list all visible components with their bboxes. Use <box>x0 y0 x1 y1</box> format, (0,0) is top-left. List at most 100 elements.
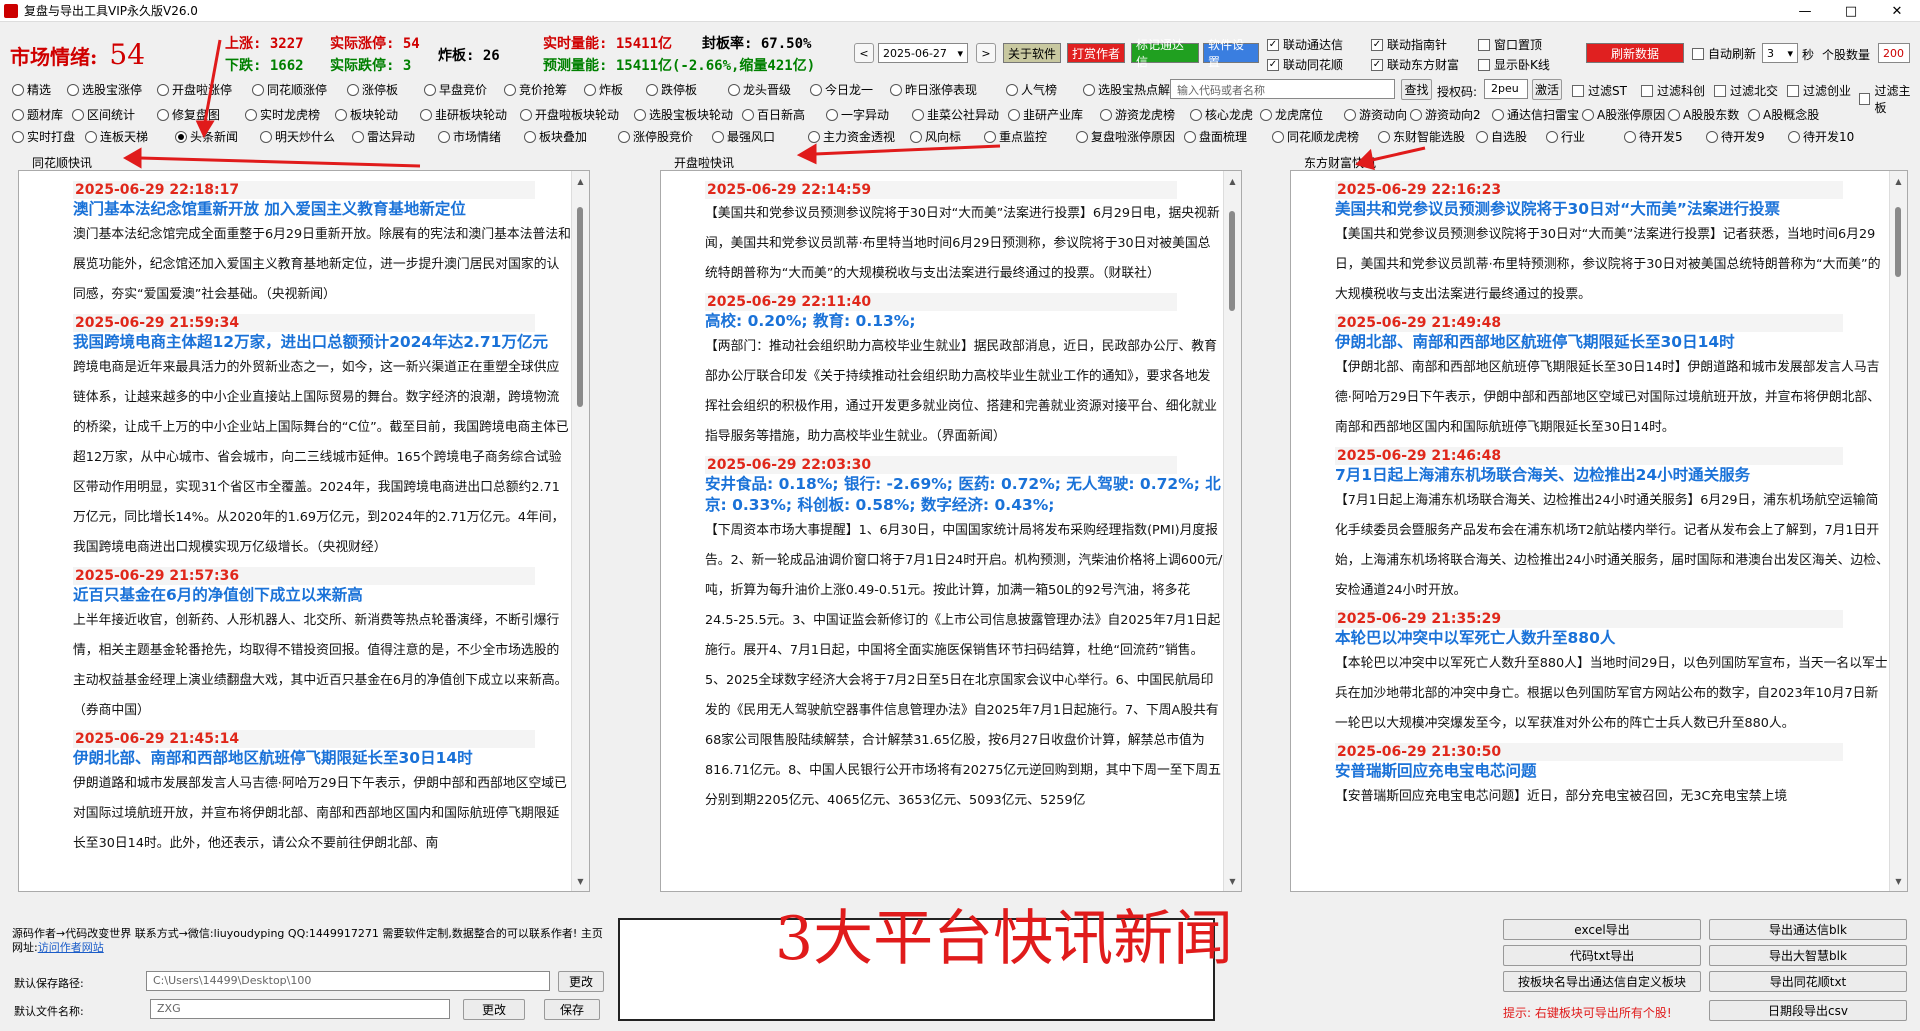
filter-checkbox[interactable]: 过滤北交 <box>1714 82 1778 99</box>
filter-checkbox[interactable]: 过滤创业 <box>1787 82 1851 99</box>
radio-option[interactable]: A股概念股 <box>1748 106 1828 123</box>
activate-button[interactable]: 激活 <box>1532 79 1562 100</box>
radio-option[interactable]: 选股宝热点解读 <box>1083 81 1183 98</box>
radio-option[interactable]: 游资动向2 <box>1410 106 1492 123</box>
export-button[interactable]: 导出通达信blk <box>1709 919 1907 940</box>
scroll-up-icon[interactable]: ▲ <box>1224 173 1241 189</box>
radio-option[interactable]: 开盘啦板块轮动 <box>520 106 634 123</box>
radio-option[interactable]: 精选 <box>12 81 67 98</box>
radio-option[interactable]: 区间统计 <box>72 106 157 123</box>
scroll-up-icon[interactable]: ▲ <box>572 173 589 189</box>
file-name-input[interactable]: ZXG <box>150 999 450 1019</box>
news-item[interactable]: 2025-06-29 22:14:59 【美国共和党参议员预测参议院将于30日对“… <box>705 181 1223 289</box>
radio-option[interactable]: 待开发10 <box>1788 128 1870 145</box>
filter-checkbox[interactable]: 过滤科创 <box>1641 82 1705 99</box>
radio-option[interactable]: 开盘啦涨停 <box>157 81 252 98</box>
radio-option[interactable]: 百日新高 <box>742 106 826 123</box>
radio-option[interactable]: 选股宝板块轮动 <box>634 106 742 123</box>
radio-option[interactable]: 行业 <box>1546 128 1624 145</box>
link-checkbox[interactable]: 显示卧K线 <box>1478 56 1550 73</box>
radio-option[interactable]: 龙头晋级 <box>728 81 810 98</box>
news-item[interactable]: 2025-06-29 22:18:17 澳门基本法纪念馆重新开放 加入爱国主义教育… <box>73 181 571 310</box>
radio-option[interactable]: 竞价抢筹 <box>504 81 584 98</box>
link-checkbox[interactable]: ✓ 联动通达信 <box>1267 36 1343 53</box>
maximize-button[interactable]: □ <box>1828 0 1874 22</box>
link-checkbox[interactable]: ✓ 联动东方财富 <box>1371 56 1459 73</box>
radio-option[interactable]: 雷达异动 <box>352 128 438 145</box>
scroll-down-icon[interactable]: ▼ <box>572 873 589 889</box>
link-checkbox[interactable]: 窗口置顶 <box>1478 36 1542 53</box>
radio-option[interactable]: 题材库 <box>12 106 72 123</box>
stock-count-input[interactable]: 200 <box>1878 43 1910 63</box>
radio-option[interactable]: 重点监控 <box>984 128 1076 145</box>
radio-option[interactable]: 盘面梳理 <box>1184 128 1272 145</box>
scroll-thumb[interactable] <box>1229 211 1235 311</box>
news-item[interactable]: 2025-06-29 21:46:48 7月1日起上海浦东机场联合海关、边检推出2… <box>1335 447 1889 606</box>
scroll-up-icon[interactable]: ▲ <box>1890 173 1907 189</box>
radio-option[interactable]: 炸板 <box>584 81 646 98</box>
radio-option[interactable]: 昨日涨停表现 <box>890 81 1006 98</box>
filter-checkbox[interactable]: 过滤主板 <box>1859 82 1920 116</box>
auto-refresh-checkbox[interactable]: 自动刷新 <box>1692 45 1756 62</box>
news-headline[interactable]: 伊朗北部、南部和西部地区航班停飞期限延长至30日14时 <box>1335 332 1889 353</box>
radio-option[interactable]: 实时龙虎榜 <box>245 106 335 123</box>
about-button[interactable]: 关于软件 <box>1003 43 1061 63</box>
radio-option[interactable]: 最强风口 <box>712 128 808 145</box>
radio-option[interactable]: 通达信扫雷宝 <box>1492 106 1582 123</box>
scroll-down-icon[interactable]: ▼ <box>1224 873 1241 889</box>
radio-option[interactable]: 选股宝涨停 <box>67 81 157 98</box>
news-item[interactable]: 2025-06-29 22:16:23 美国共和党参议员预测参议院将于30日对“大… <box>1335 181 1889 310</box>
radio-option[interactable]: 跌停板 <box>646 81 728 98</box>
date-picker[interactable]: 2025-06-27 ▾ <box>878 43 968 63</box>
scrollbar[interactable]: ▲ ▼ <box>571 171 589 891</box>
radio-option[interactable]: 韭研产业库 <box>1008 106 1100 123</box>
news-item[interactable]: 2025-06-29 22:11:40 高校: 0.20%; 教育: 0.13%;… <box>705 293 1223 452</box>
radio-option[interactable]: 修复盘图 <box>157 106 245 123</box>
radio-option[interactable]: 游资动向 <box>1344 106 1410 123</box>
news-headline[interactable]: 本轮巴以冲突中以军死亡人数升至880人 <box>1335 628 1889 649</box>
news-headline[interactable]: 安普瑞斯回应充电宝电芯问题 <box>1335 761 1889 782</box>
minimize-button[interactable]: — <box>1782 0 1828 22</box>
radio-option[interactable]: 连板天梯 <box>85 128 175 145</box>
radio-option[interactable]: 头条新闻 <box>175 128 260 145</box>
radio-option[interactable]: 一字异动 <box>826 106 912 123</box>
news-headline[interactable]: 澳门基本法纪念馆重新开放 加入爱国主义教育基地新定位 <box>73 199 571 220</box>
news-headline[interactable]: 伊朗北部、南部和西部地区航班停飞期限延长至30日14时 <box>73 748 571 769</box>
radio-option[interactable]: A股涨停原因 <box>1582 106 1668 123</box>
scrollbar[interactable]: ▲ ▼ <box>1889 171 1907 891</box>
radio-option[interactable]: 游资龙虎榜 <box>1100 106 1190 123</box>
radio-option[interactable]: 明天炒什么 <box>260 128 352 145</box>
interval-select[interactable]: 3 ▾ <box>1762 43 1798 63</box>
scroll-thumb[interactable] <box>577 207 583 407</box>
radio-option[interactable]: 韭菜公社异动 <box>912 106 1008 123</box>
export-button[interactable]: 代码txt导出 <box>1503 945 1701 966</box>
radio-option[interactable]: 涨停板 <box>347 81 424 98</box>
radio-option[interactable]: 早盘竞价 <box>424 81 504 98</box>
link-checkbox[interactable]: ✓ 联动指南针 <box>1371 36 1447 53</box>
news-item[interactable]: 2025-06-29 22:03:30 安井食品: 0.18%; 银行: -2.6… <box>705 456 1223 816</box>
news-headline[interactable]: 我国跨境电商主体超12万家，进出口总额预计2024年达2.71万亿元 <box>73 332 571 353</box>
radio-option[interactable]: A股股东数 <box>1668 106 1748 123</box>
radio-option[interactable]: 板块叠加 <box>524 128 618 145</box>
radio-option[interactable]: 自选股 <box>1476 128 1546 145</box>
close-button[interactable]: ✕ <box>1874 0 1920 22</box>
prev-date-button[interactable]: < <box>854 43 874 63</box>
auth-code-input[interactable]: 2peu <box>1484 79 1528 99</box>
scrollbar[interactable]: ▲ ▼ <box>1223 171 1241 891</box>
radio-option[interactable]: 复盘啦涨停原因 <box>1076 128 1184 145</box>
radio-option[interactable]: 实时打盘 <box>12 128 85 145</box>
radio-option[interactable]: 韭研板块轮动 <box>420 106 520 123</box>
radio-option[interactable]: 今日龙一 <box>810 81 890 98</box>
radio-option[interactable]: 龙虎席位 <box>1260 106 1344 123</box>
news-item[interactable]: 2025-06-29 21:59:34 我国跨境电商主体超12万家，进出口总额预计… <box>73 314 571 563</box>
author-website-link[interactable]: 访问作者网站 <box>38 941 104 954</box>
radio-option[interactable]: 涨停股竞价 <box>618 128 712 145</box>
refresh-data-button[interactable]: 刷新数据 <box>1586 43 1684 63</box>
news-item[interactable]: 2025-06-29 21:35:29 本轮巴以冲突中以军死亡人数升至880人 【本… <box>1335 610 1889 739</box>
link-checkbox[interactable]: ✓ 联动同花顺 <box>1267 56 1343 73</box>
radio-option[interactable]: 待开发9 <box>1706 128 1788 145</box>
radio-option[interactable]: 主力资金透视 <box>808 128 910 145</box>
radio-option[interactable]: 核心龙虎 <box>1190 106 1260 123</box>
news-item[interactable]: 2025-06-29 21:45:14 伊朗北部、南部和西部地区航班停飞期限延长至… <box>73 730 571 859</box>
radio-option[interactable]: 同花顺龙虎榜 <box>1272 128 1378 145</box>
